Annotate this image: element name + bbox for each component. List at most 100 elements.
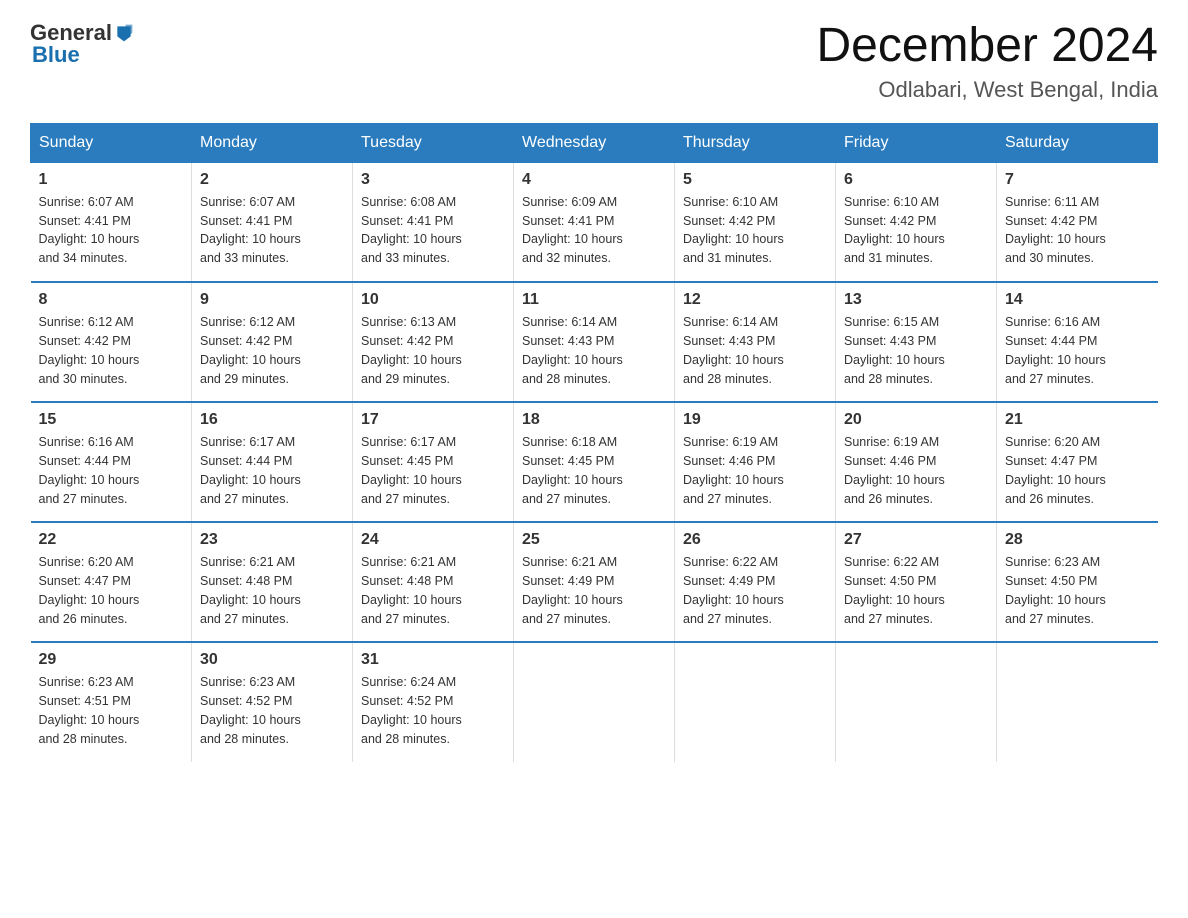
calendar-week-row: 1 Sunrise: 6:07 AM Sunset: 4:41 PM Dayli…	[31, 162, 1158, 282]
calendar-cell: 13 Sunrise: 6:15 AM Sunset: 4:43 PM Dayl…	[836, 282, 997, 402]
day-info: Sunrise: 6:18 AM Sunset: 4:45 PM Dayligh…	[522, 433, 666, 508]
day-number: 21	[1005, 411, 1150, 429]
calendar-cell: 30 Sunrise: 6:23 AM Sunset: 4:52 PM Dayl…	[192, 642, 353, 762]
calendar-cell: 6 Sunrise: 6:10 AM Sunset: 4:42 PM Dayli…	[836, 162, 997, 282]
day-number: 7	[1005, 171, 1150, 189]
day-info: Sunrise: 6:11 AM Sunset: 4:42 PM Dayligh…	[1005, 193, 1150, 268]
day-info: Sunrise: 6:16 AM Sunset: 4:44 PM Dayligh…	[1005, 313, 1150, 388]
day-info: Sunrise: 6:23 AM Sunset: 4:50 PM Dayligh…	[1005, 553, 1150, 628]
calendar-cell: 8 Sunrise: 6:12 AM Sunset: 4:42 PM Dayli…	[31, 282, 192, 402]
day-info: Sunrise: 6:07 AM Sunset: 4:41 PM Dayligh…	[200, 193, 344, 268]
day-number: 23	[200, 531, 344, 549]
day-number: 11	[522, 291, 666, 309]
calendar-cell: 24 Sunrise: 6:21 AM Sunset: 4:48 PM Dayl…	[353, 522, 514, 642]
calendar-header-thursday: Thursday	[675, 123, 836, 162]
day-info: Sunrise: 6:21 AM Sunset: 4:49 PM Dayligh…	[522, 553, 666, 628]
day-number: 12	[683, 291, 827, 309]
calendar-cell: 19 Sunrise: 6:19 AM Sunset: 4:46 PM Dayl…	[675, 402, 836, 522]
calendar-cell	[514, 642, 675, 762]
calendar-week-row: 15 Sunrise: 6:16 AM Sunset: 4:44 PM Dayl…	[31, 402, 1158, 522]
calendar-header-monday: Monday	[192, 123, 353, 162]
calendar-week-row: 22 Sunrise: 6:20 AM Sunset: 4:47 PM Dayl…	[31, 522, 1158, 642]
calendar-cell	[675, 642, 836, 762]
day-number: 15	[39, 411, 184, 429]
calendar-header-wednesday: Wednesday	[514, 123, 675, 162]
calendar-cell: 28 Sunrise: 6:23 AM Sunset: 4:50 PM Dayl…	[997, 522, 1158, 642]
day-number: 29	[39, 651, 184, 669]
day-info: Sunrise: 6:13 AM Sunset: 4:42 PM Dayligh…	[361, 313, 505, 388]
day-number: 5	[683, 171, 827, 189]
day-number: 16	[200, 411, 344, 429]
day-info: Sunrise: 6:15 AM Sunset: 4:43 PM Dayligh…	[844, 313, 988, 388]
calendar-cell: 27 Sunrise: 6:22 AM Sunset: 4:50 PM Dayl…	[836, 522, 997, 642]
calendar-week-row: 8 Sunrise: 6:12 AM Sunset: 4:42 PM Dayli…	[31, 282, 1158, 402]
day-number: 4	[522, 171, 666, 189]
day-number: 31	[361, 651, 505, 669]
day-number: 8	[39, 291, 184, 309]
calendar-cell: 17 Sunrise: 6:17 AM Sunset: 4:45 PM Dayl…	[353, 402, 514, 522]
calendar-cell: 18 Sunrise: 6:18 AM Sunset: 4:45 PM Dayl…	[514, 402, 675, 522]
day-number: 6	[844, 171, 988, 189]
day-info: Sunrise: 6:14 AM Sunset: 4:43 PM Dayligh…	[522, 313, 666, 388]
day-info: Sunrise: 6:12 AM Sunset: 4:42 PM Dayligh…	[200, 313, 344, 388]
calendar-cell: 11 Sunrise: 6:14 AM Sunset: 4:43 PM Dayl…	[514, 282, 675, 402]
day-number: 17	[361, 411, 505, 429]
day-info: Sunrise: 6:07 AM Sunset: 4:41 PM Dayligh…	[39, 193, 184, 268]
logo-blue-text: Blue	[32, 42, 80, 68]
day-number: 24	[361, 531, 505, 549]
day-number: 25	[522, 531, 666, 549]
day-number: 26	[683, 531, 827, 549]
calendar-cell: 26 Sunrise: 6:22 AM Sunset: 4:49 PM Dayl…	[675, 522, 836, 642]
logo: General Blue	[30, 20, 134, 68]
month-title: December 2024	[816, 20, 1158, 73]
calendar-cell: 1 Sunrise: 6:07 AM Sunset: 4:41 PM Dayli…	[31, 162, 192, 282]
day-number: 22	[39, 531, 184, 549]
day-number: 9	[200, 291, 344, 309]
day-info: Sunrise: 6:23 AM Sunset: 4:51 PM Dayligh…	[39, 673, 184, 748]
day-info: Sunrise: 6:19 AM Sunset: 4:46 PM Dayligh…	[844, 433, 988, 508]
calendar-cell	[836, 642, 997, 762]
day-number: 3	[361, 171, 505, 189]
day-number: 1	[39, 171, 184, 189]
calendar-cell: 2 Sunrise: 6:07 AM Sunset: 4:41 PM Dayli…	[192, 162, 353, 282]
calendar-cell: 31 Sunrise: 6:24 AM Sunset: 4:52 PM Dayl…	[353, 642, 514, 762]
day-info: Sunrise: 6:21 AM Sunset: 4:48 PM Dayligh…	[361, 553, 505, 628]
calendar-header-tuesday: Tuesday	[353, 123, 514, 162]
day-info: Sunrise: 6:23 AM Sunset: 4:52 PM Dayligh…	[200, 673, 344, 748]
day-number: 20	[844, 411, 988, 429]
title-section: December 2024 Odlabari, West Bengal, Ind…	[816, 20, 1158, 103]
calendar-cell: 15 Sunrise: 6:16 AM Sunset: 4:44 PM Dayl…	[31, 402, 192, 522]
day-number: 19	[683, 411, 827, 429]
calendar-cell: 10 Sunrise: 6:13 AM Sunset: 4:42 PM Dayl…	[353, 282, 514, 402]
day-info: Sunrise: 6:10 AM Sunset: 4:42 PM Dayligh…	[844, 193, 988, 268]
calendar-header-friday: Friday	[836, 123, 997, 162]
calendar-cell: 5 Sunrise: 6:10 AM Sunset: 4:42 PM Dayli…	[675, 162, 836, 282]
day-info: Sunrise: 6:22 AM Sunset: 4:49 PM Dayligh…	[683, 553, 827, 628]
day-number: 28	[1005, 531, 1150, 549]
calendar-cell: 14 Sunrise: 6:16 AM Sunset: 4:44 PM Dayl…	[997, 282, 1158, 402]
calendar-cell: 23 Sunrise: 6:21 AM Sunset: 4:48 PM Dayl…	[192, 522, 353, 642]
day-info: Sunrise: 6:12 AM Sunset: 4:42 PM Dayligh…	[39, 313, 184, 388]
calendar-cell: 20 Sunrise: 6:19 AM Sunset: 4:46 PM Dayl…	[836, 402, 997, 522]
calendar-cell: 16 Sunrise: 6:17 AM Sunset: 4:44 PM Dayl…	[192, 402, 353, 522]
location-title: Odlabari, West Bengal, India	[816, 77, 1158, 103]
calendar-header-sunday: Sunday	[31, 123, 192, 162]
calendar-header-row: SundayMondayTuesdayWednesdayThursdayFrid…	[31, 123, 1158, 162]
calendar-cell: 29 Sunrise: 6:23 AM Sunset: 4:51 PM Dayl…	[31, 642, 192, 762]
calendar-cell: 9 Sunrise: 6:12 AM Sunset: 4:42 PM Dayli…	[192, 282, 353, 402]
day-info: Sunrise: 6:08 AM Sunset: 4:41 PM Dayligh…	[361, 193, 505, 268]
day-info: Sunrise: 6:10 AM Sunset: 4:42 PM Dayligh…	[683, 193, 827, 268]
logo-icon	[114, 23, 134, 43]
day-number: 14	[1005, 291, 1150, 309]
calendar-week-row: 29 Sunrise: 6:23 AM Sunset: 4:51 PM Dayl…	[31, 642, 1158, 762]
day-info: Sunrise: 6:19 AM Sunset: 4:46 PM Dayligh…	[683, 433, 827, 508]
calendar-cell: 7 Sunrise: 6:11 AM Sunset: 4:42 PM Dayli…	[997, 162, 1158, 282]
calendar-cell: 22 Sunrise: 6:20 AM Sunset: 4:47 PM Dayl…	[31, 522, 192, 642]
day-info: Sunrise: 6:09 AM Sunset: 4:41 PM Dayligh…	[522, 193, 666, 268]
calendar-cell: 25 Sunrise: 6:21 AM Sunset: 4:49 PM Dayl…	[514, 522, 675, 642]
calendar-header-saturday: Saturday	[997, 123, 1158, 162]
day-number: 10	[361, 291, 505, 309]
day-number: 18	[522, 411, 666, 429]
calendar-cell	[997, 642, 1158, 762]
calendar-cell: 4 Sunrise: 6:09 AM Sunset: 4:41 PM Dayli…	[514, 162, 675, 282]
